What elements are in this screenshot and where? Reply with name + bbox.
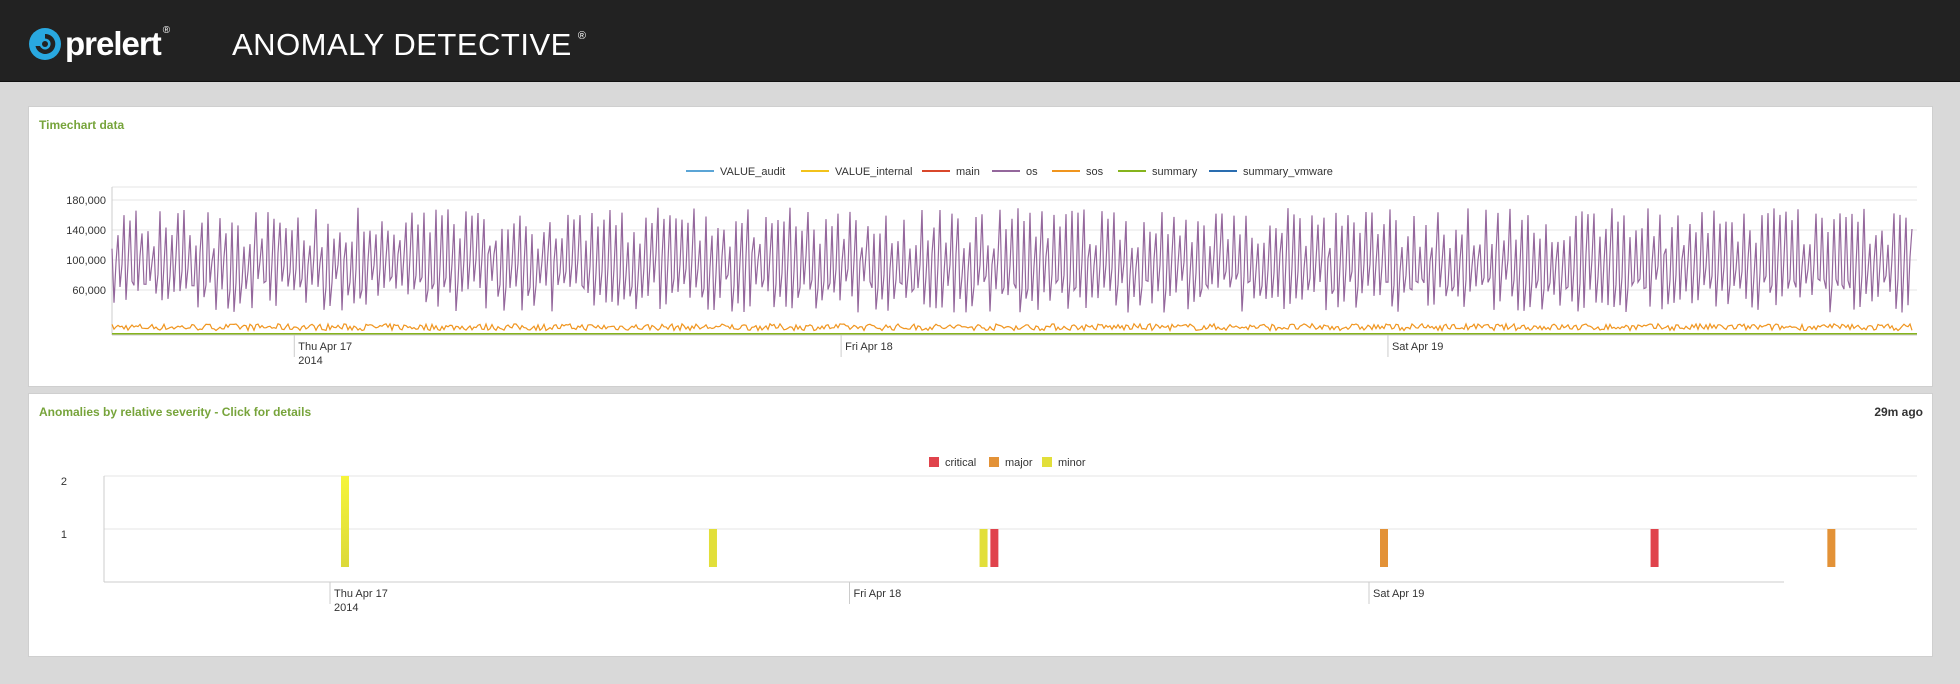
anomaly-bar-minor[interactable] (341, 476, 349, 567)
x-tick-label: Fri Apr 18 (854, 588, 902, 600)
anomalies-bars (341, 476, 1836, 567)
anomalies-panel: Anomalies by relative severity - Click f… (28, 393, 1933, 657)
prelert-logo[interactable]: prelert ® (28, 22, 170, 66)
legend-item-major[interactable]: major (989, 457, 1033, 469)
x-tick-label: Fri Apr 18 (845, 341, 893, 353)
prelert-swirl-icon (29, 28, 61, 60)
app-header: prelert ® ANOMALY DETECTIVE ® (0, 0, 1960, 82)
anomalies-chart: critical major minor 21 Thu Apr 172014Fri … (61, 457, 1917, 614)
timechart-legend: VALUE_audit VALUE_internal main os sos summar… (686, 166, 1333, 178)
timechart-x-axis: Thu Apr 17 2014 Fri Apr 18 Sat Apr 19 (112, 334, 1917, 367)
legend-label: VALUE_internal (835, 166, 912, 178)
y-tick-label: 180,000 (66, 195, 106, 207)
timechart-panel: Timechart data VALUE_audit VALUE_internal… (28, 106, 1933, 387)
anomaly-bar-critical[interactable] (1650, 529, 1659, 567)
legend-item-value-audit[interactable]: VALUE_audit (686, 166, 785, 178)
legend-item-summary-vmware[interactable]: summary_vmware (1209, 166, 1333, 178)
x-tick-label: Sat Apr 19 (1392, 341, 1443, 353)
legend-swatch (1042, 457, 1052, 467)
anomaly-bar-critical[interactable] (990, 529, 999, 567)
legend-item-critical[interactable]: critical (929, 457, 976, 469)
anomalies-legend: critical major minor (929, 457, 1086, 469)
legend-swatch (929, 457, 939, 467)
legend-label: main (956, 166, 980, 178)
legend-label: os (1026, 166, 1038, 178)
legend-item-summary[interactable]: summary (1118, 166, 1198, 178)
legend-swatch (989, 457, 999, 467)
x-tick-label: Sat Apr 19 (1373, 588, 1424, 600)
legend-item-main[interactable]: main (922, 166, 980, 178)
timechart-chart: VALUE_audit VALUE_internal main os sos summar… (66, 166, 1917, 367)
product-name: ANOMALY DETECTIVE (232, 27, 572, 62)
anomaly-bar-major[interactable] (1827, 529, 1836, 567)
x-tick-year: 2014 (298, 355, 322, 367)
legend-label: VALUE_audit (720, 166, 785, 178)
legend-label: summary_vmware (1243, 166, 1333, 178)
product-registered-mark: ® (577, 30, 587, 42)
legend-label: major (1005, 457, 1033, 469)
x-tick-year: 2014 (334, 602, 358, 614)
legend-label: summary (1152, 166, 1198, 178)
anomalies-y-axis: 21 (61, 476, 105, 582)
brand-registered-mark: ® (162, 24, 171, 36)
legend-label: critical (945, 457, 976, 469)
y-tick-label: 60,000 (72, 285, 106, 297)
legend-label: sos (1086, 166, 1104, 178)
y-tick-label: 140,000 (66, 225, 106, 237)
anomalies-x-axis: Thu Apr 17 2014 Fri Apr 18 Sat Apr 19 (104, 581, 1784, 614)
y-tick-label: 100,000 (66, 255, 106, 267)
legend-item-os[interactable]: os (992, 166, 1038, 178)
product-title: ANOMALY DETECTIVE ® (232, 25, 586, 72)
y-tick-label: 2 (61, 476, 67, 488)
legend-item-value-internal[interactable]: VALUE_internal (801, 166, 912, 178)
anomaly-bar-minor[interactable] (708, 529, 717, 567)
series-line-sos[interactable] (111, 322, 1913, 333)
x-tick-label: Thu Apr 17 (298, 341, 352, 353)
brand-name: prelert (65, 25, 162, 62)
anomaly-bar-major[interactable] (1380, 529, 1388, 567)
x-tick-label: Thu Apr 17 (334, 588, 388, 600)
anomaly-bar-minor[interactable] (979, 529, 988, 567)
legend-item-minor[interactable]: minor (1042, 457, 1086, 469)
timechart-y-axis: 60,000 100,000 140,000 180,000 (66, 187, 113, 335)
y-tick-label: 1 (61, 529, 67, 541)
legend-item-sos[interactable]: sos (1052, 166, 1104, 178)
timechart-series (111, 207, 1917, 335)
anomalies-gridlines (104, 475, 1917, 530)
legend-label: minor (1058, 457, 1086, 469)
